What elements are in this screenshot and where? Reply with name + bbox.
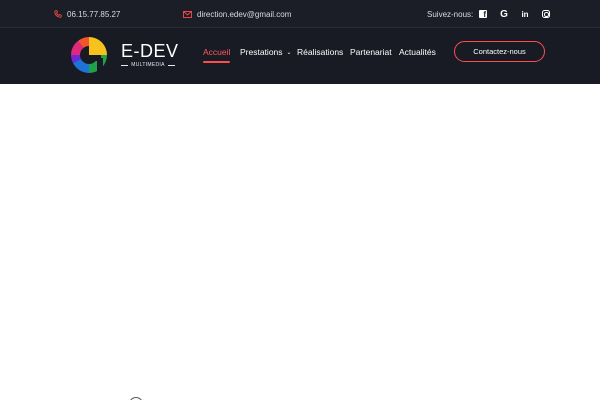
brand-tagline-row: MULTIMEDIA bbox=[121, 61, 175, 69]
instagram-link[interactable] bbox=[536, 4, 556, 24]
phone-contact[interactable]: 06.15.77.85.27 bbox=[54, 0, 120, 28]
google-link[interactable]: G bbox=[494, 4, 514, 24]
facebook-icon: f bbox=[479, 10, 487, 18]
nav-label: Accueil bbox=[203, 47, 231, 57]
tagline-rule-right bbox=[167, 64, 175, 66]
main-content bbox=[0, 84, 600, 400]
top-bar: 06.15.77.85.27 direction.edev@gmail.com … bbox=[0, 0, 600, 28]
contact-button[interactable]: Contactez-nous bbox=[454, 41, 545, 62]
brand-logo-icon[interactable] bbox=[69, 35, 109, 75]
nav-label: Réalisations bbox=[297, 47, 344, 57]
nav-item-partenariat[interactable]: Partenariat bbox=[350, 47, 392, 57]
mail-icon bbox=[183, 10, 192, 18]
nav-label: Partenariat bbox=[350, 47, 392, 57]
facebook-link[interactable]: f bbox=[473, 4, 493, 24]
linkedin-icon: in bbox=[521, 9, 529, 19]
chevron-down-icon: ⌄ bbox=[286, 50, 292, 56]
linkedin-link[interactable]: in bbox=[515, 4, 535, 24]
phone-number: 06.15.77.85.27 bbox=[67, 9, 121, 19]
tagline-rule-left bbox=[121, 64, 129, 66]
nav-item-prestations[interactable]: Prestations ⌄ bbox=[240, 47, 292, 57]
brand-name: E-DEV bbox=[121, 41, 179, 61]
google-icon: G bbox=[500, 8, 508, 20]
nav-item-realisations[interactable]: Réalisations bbox=[297, 47, 343, 57]
social-links: f G in bbox=[473, 0, 556, 28]
email-contact[interactable]: direction.edev@gmail.com bbox=[183, 0, 291, 28]
nav-item-actualites[interactable]: Actualités bbox=[399, 47, 436, 57]
main-header: E-DEV MULTIMEDIA Accueil Prestations ⌄ Ré… bbox=[0, 28, 600, 84]
nav-label: Actualités bbox=[399, 47, 436, 57]
instagram-icon bbox=[542, 10, 550, 18]
nav-label: Prestations bbox=[240, 47, 283, 57]
follow-label: Suivez-nous: bbox=[427, 9, 474, 19]
brand-tagline: MULTIMEDIA bbox=[131, 62, 165, 68]
phone-icon bbox=[54, 10, 62, 18]
nav-item-accueil[interactable]: Accueil bbox=[203, 47, 231, 63]
email-address: direction.edev@gmail.com bbox=[197, 9, 292, 19]
